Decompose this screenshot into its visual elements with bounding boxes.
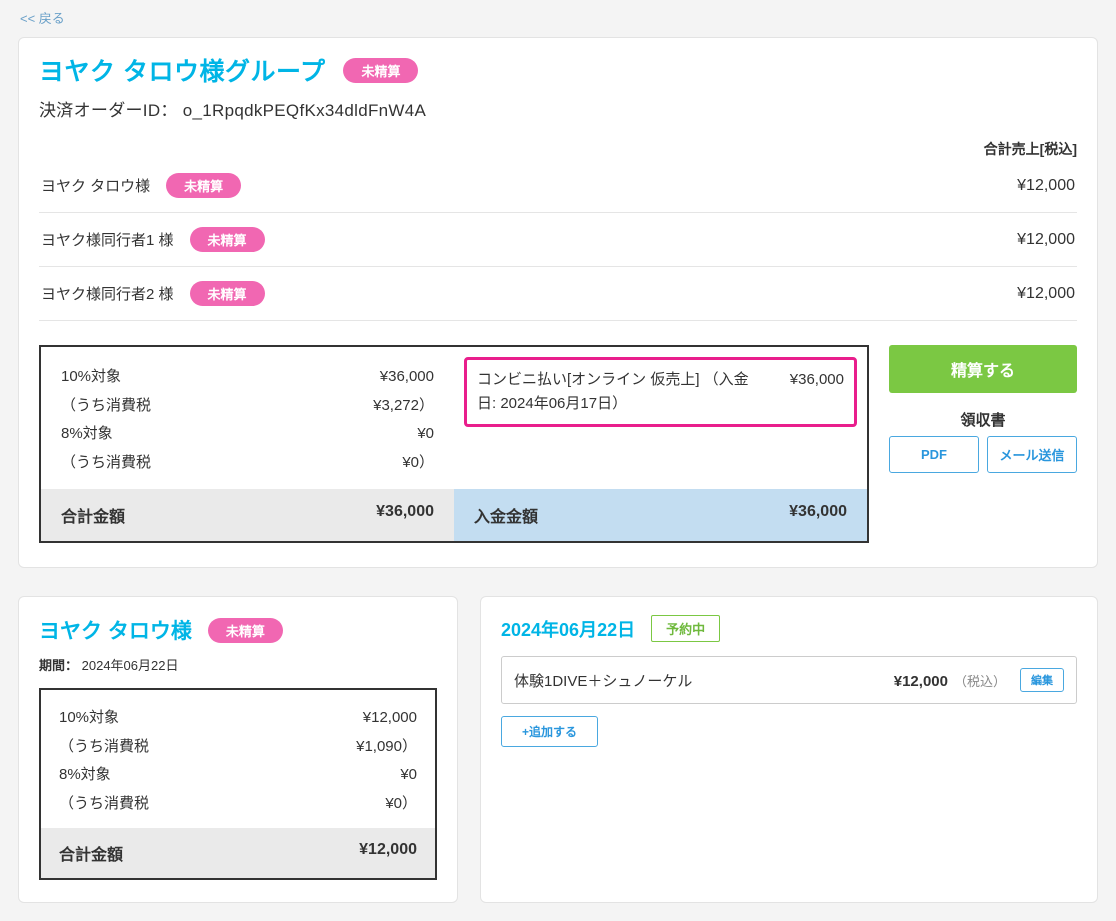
order-id-value: o_1RpqdkPEQfKx34dldFnW4A (183, 101, 426, 120)
booking-date: 2024年06月22日 (501, 616, 635, 642)
tax10-value: ¥36,000 (380, 363, 434, 392)
person-amount: ¥12,000 (1017, 231, 1075, 249)
ind-tax8-value: ¥0 (400, 761, 417, 790)
booking-item-row: 体験1DIVE＋シュノーケル ¥12,000 （税込） 編集 (501, 656, 1077, 704)
individual-status-badge: 未精算 (208, 618, 283, 643)
person-row: ヨヤク様同行者1 様 未精算 ¥12,000 (39, 213, 1077, 267)
payment-info-text: コンビニ払い[オンライン 仮売上] （入金日: 2024年06月17日） (477, 368, 754, 416)
person-status-badge: 未精算 (166, 173, 241, 198)
tax10-inner-label: （うち消費税 (61, 392, 151, 421)
person-row: ヨヤク タロウ様 未精算 ¥12,000 (39, 159, 1077, 213)
group-card: ヨヤク タロウ様グループ 未精算 決済オーダーID： o_1RpqdkPEQfK… (18, 37, 1098, 568)
actions-panel: 精算する 領収書 PDF メール送信 (889, 345, 1077, 473)
mail-button[interactable]: メール送信 (987, 436, 1077, 473)
receipt-label: 領収書 (889, 409, 1077, 430)
order-id-label: 決済オーダーID： (39, 101, 178, 120)
deposit-value: ¥36,000 (789, 503, 847, 527)
ind-tax8-inner-value: ¥0） (385, 790, 417, 819)
ind-total-label: 合計金額 (59, 841, 123, 865)
settle-button[interactable]: 精算する (889, 345, 1077, 393)
period-row: 期間： 2024年06月22日 (39, 655, 437, 674)
group-status-badge: 未精算 (343, 58, 418, 83)
ind-tax8-label: 8%対象 (59, 761, 111, 790)
tax8-inner-label: （うち消費税 (61, 449, 151, 478)
ind-tax10-inner-label: （うち消費税 (59, 733, 149, 762)
total-sales-header: 合計売上[税込] (39, 139, 1077, 159)
payment-info-highlight: コンビニ払い[オンライン 仮売上] （入金日: 2024年06月17日） ¥36… (464, 357, 857, 427)
tax8-inner-value: ¥0） (402, 449, 434, 478)
group-summary-box: 10%対象 ¥36,000 （うち消費税 ¥3,272） 8%対象 ¥0 （うち消費税… (39, 345, 869, 543)
total-value: ¥36,000 (376, 503, 434, 527)
payment-info-amount: ¥36,000 (754, 368, 844, 416)
pdf-button[interactable]: PDF (889, 436, 979, 473)
group-title: ヨヤク タロウ様グループ (39, 52, 325, 88)
person-amount: ¥12,000 (1017, 285, 1075, 303)
tax10-label: 10%対象 (61, 363, 121, 392)
tax10-inner-value: ¥3,272） (373, 392, 434, 421)
person-name: ヨヤク様同行者1 様 (41, 229, 174, 250)
tax-inclusive-label: （税込） (954, 674, 1006, 689)
individual-title: ヨヤク タロウ様 (39, 615, 192, 645)
add-button[interactable]: +追加する (501, 716, 598, 747)
total-label: 合計金額 (61, 503, 125, 527)
tax8-value: ¥0 (417, 420, 434, 449)
ind-tax8-inner-label: （うち消費税 (59, 790, 149, 819)
order-id-row: 決済オーダーID： o_1RpqdkPEQfKx34dldFnW4A (39, 96, 1077, 121)
back-link[interactable]: << 戻る (0, 0, 1116, 27)
ind-total-value: ¥12,000 (359, 841, 417, 865)
period-label: 期間： (39, 658, 78, 673)
person-amount: ¥12,000 (1017, 177, 1075, 195)
ind-tax10-value: ¥12,000 (363, 704, 417, 733)
tax8-label: 8%対象 (61, 420, 113, 449)
period-value: 2024年06月22日 (82, 658, 179, 673)
booking-item-name: 体験1DIVE＋シュノーケル (514, 670, 894, 691)
individual-card: ヨヤク タロウ様 未精算 期間： 2024年06月22日 10%対象 ¥12,00… (18, 596, 458, 903)
person-name: ヨヤク タロウ様 (41, 175, 150, 196)
booking-status-badge: 予約中 (651, 615, 720, 642)
booking-price: ¥12,000 (894, 673, 948, 690)
booking-card: 2024年06月22日 予約中 体験1DIVE＋シュノーケル ¥12,000 （税… (480, 596, 1098, 903)
group-header: ヨヤク タロウ様グループ 未精算 (39, 52, 1077, 88)
edit-button[interactable]: 編集 (1020, 668, 1064, 692)
person-name: ヨヤク様同行者2 様 (41, 283, 174, 304)
deposit-label: 入金金額 (474, 503, 538, 527)
person-status-badge: 未精算 (190, 281, 265, 306)
person-row: ヨヤク様同行者2 様 未精算 ¥12,000 (39, 267, 1077, 321)
person-status-badge: 未精算 (190, 227, 265, 252)
ind-tax10-inner-value: ¥1,090） (356, 733, 417, 762)
ind-tax10-label: 10%対象 (59, 704, 119, 733)
